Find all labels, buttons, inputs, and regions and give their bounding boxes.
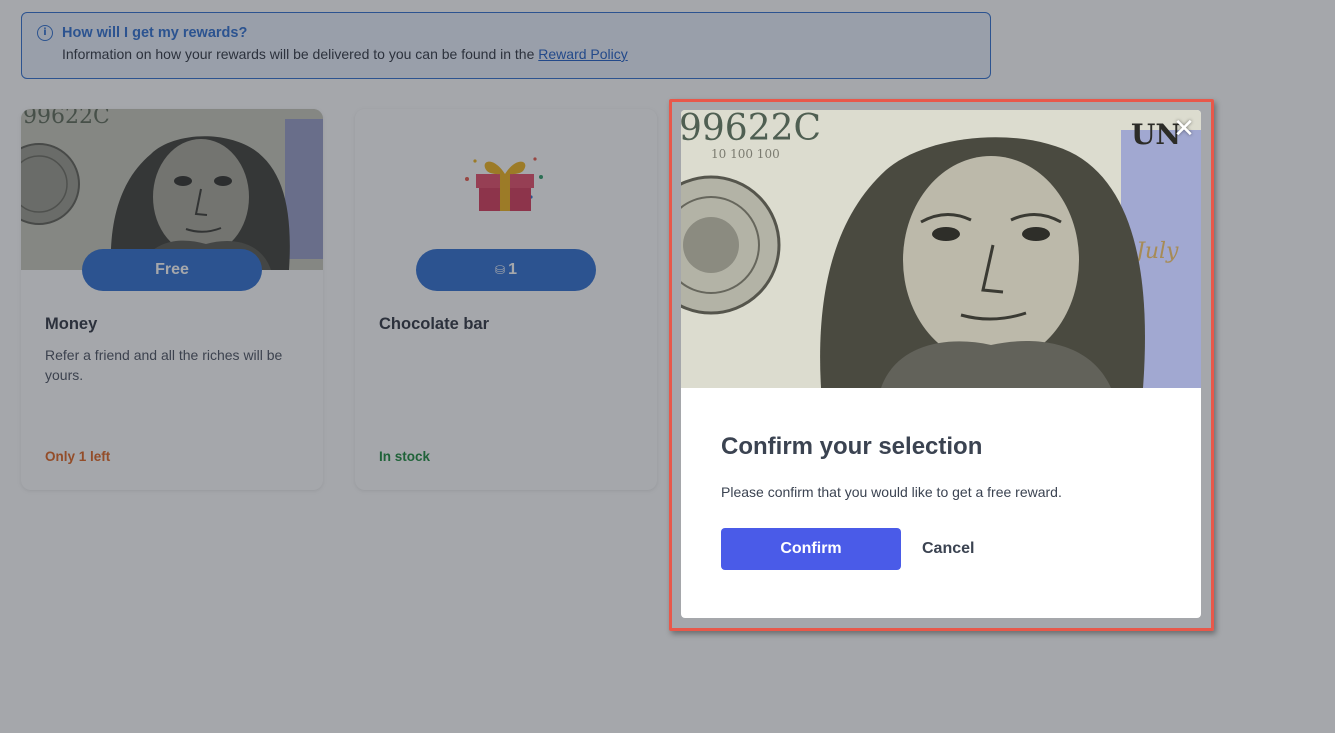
svg-text:99622C: 99622C (681, 110, 821, 149)
modal-title: Confirm your selection (721, 433, 983, 460)
modal-money-image: 99622C 10 100 100 UN July ✕ (681, 110, 1201, 388)
svg-text:July: July (1132, 239, 1179, 264)
close-icon[interactable]: ✕ (1169, 114, 1199, 144)
confirm-modal: 99622C 10 100 100 UN July ✕ Confirm your… (681, 110, 1201, 618)
cancel-button[interactable]: Cancel (913, 528, 983, 570)
svg-text:10 100 100: 10 100 100 (711, 147, 780, 161)
confirm-button[interactable]: Confirm (721, 528, 901, 570)
modal-text: Please confirm that you would like to ge… (721, 484, 1062, 500)
